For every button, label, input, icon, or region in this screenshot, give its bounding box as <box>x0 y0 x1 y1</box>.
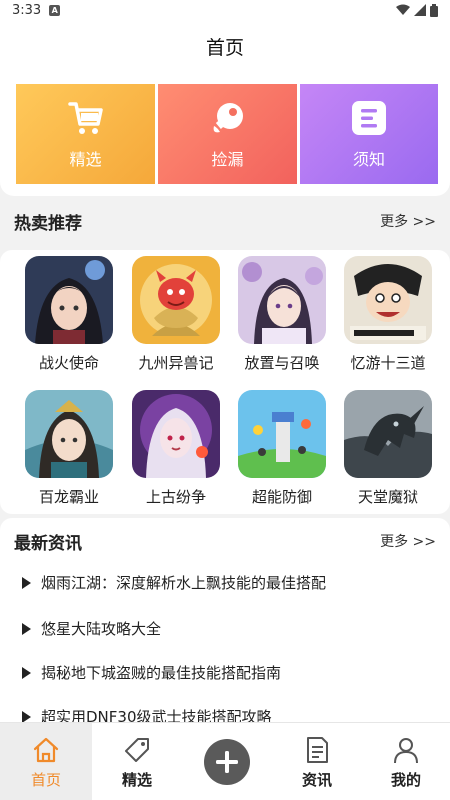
signal-icon <box>414 4 426 16</box>
plus-icon <box>204 739 250 785</box>
tab-home[interactable]: 首页 <box>0 723 92 800</box>
game-cover <box>344 390 432 478</box>
notification-icon: A <box>49 4 61 16</box>
tab-news-label: 资讯 <box>301 770 332 789</box>
news-item-title: 揭秘地下城盗贼的最佳技能搭配指南 <box>41 664 282 682</box>
tab-featured[interactable]: 精选 <box>92 723 182 800</box>
news-more-link[interactable]: 更多 >> <box>380 531 436 551</box>
game-cover <box>132 390 220 478</box>
tab-home-label: 首页 <box>30 770 61 789</box>
news-item-title: 悠星大陆攻略大全 <box>41 620 162 638</box>
tag-icon <box>122 735 152 765</box>
tile-notice-label: 须知 <box>352 150 385 169</box>
game-cover <box>132 256 220 344</box>
wifi-icon <box>396 4 410 15</box>
game-card[interactable]: 战火使命 <box>19 256 119 373</box>
tab-news[interactable]: 资讯 <box>272 723 362 800</box>
page-title-bar: 首页 <box>0 20 450 72</box>
news-item[interactable]: 烟雨江湖：深度解析水上飘技能的最佳搭配 <box>22 572 326 593</box>
game-name: 忆游十三道 <box>350 354 426 372</box>
game-cover <box>238 390 326 478</box>
game-name: 超能防御 <box>251 488 312 506</box>
game-card[interactable]: 超能防御 <box>232 390 332 507</box>
tab-profile-label: 我的 <box>390 770 421 789</box>
tab-profile[interactable]: 我的 <box>362 723 450 800</box>
game-card[interactable]: 百龙霸业 <box>19 390 119 507</box>
rocket-icon <box>208 98 248 138</box>
game-card[interactable]: 放置与召唤 <box>232 256 332 373</box>
game-card[interactable]: 九州异兽记 <box>126 256 226 373</box>
cart-icon <box>66 98 106 138</box>
page-title: 首页 <box>205 36 244 59</box>
hot-more-link[interactable]: 更多 >> <box>380 211 436 231</box>
tile-notice[interactable]: 须知 <box>300 84 438 184</box>
game-cover <box>25 256 113 344</box>
game-name: 九州异兽记 <box>138 354 214 372</box>
game-name: 放置与召唤 <box>244 354 320 372</box>
bullet-triangle-icon <box>22 710 31 723</box>
news-section: 最新资讯 更多 >> 烟雨江湖：深度解析水上飘技能的最佳搭配 悠星大陆攻略大全 … <box>0 518 450 728</box>
news-section-title: 最新资讯 <box>14 533 82 554</box>
news-item-title: 烟雨江湖：深度解析水上飘技能的最佳搭配 <box>41 574 327 592</box>
home-icon <box>31 735 61 765</box>
news-item[interactable]: 悠星大陆攻略大全 <box>22 618 161 639</box>
bullet-triangle-icon <box>22 576 31 589</box>
battery-icon <box>430 3 438 17</box>
user-icon <box>391 735 421 765</box>
game-card[interactable]: 忆游十三道 <box>338 256 438 373</box>
hot-section-title: 热卖推荐 <box>14 213 82 234</box>
status-bar: 3:33 A <box>0 0 450 20</box>
status-icons <box>396 3 438 17</box>
document-icon <box>302 735 332 765</box>
game-card[interactable]: 上古纷争 <box>126 390 226 507</box>
news-item[interactable]: 揭秘地下城盗贼的最佳技能搭配指南 <box>22 662 281 683</box>
bottom-tab-bar: 首页 精选 资讯 我的 <box>0 722 450 800</box>
tab-publish[interactable] <box>192 723 262 800</box>
game-name: 天堂魔狱 <box>357 488 418 506</box>
status-time: 3:33 <box>12 2 42 18</box>
tile-bargain[interactable]: 捡漏 <box>158 84 297 184</box>
news-section-header: 最新资讯 更多 >> <box>0 518 450 564</box>
tile-featured-label: 精选 <box>69 150 102 169</box>
quick-entry-banner: 精选 捡漏 须知 <box>0 72 450 196</box>
notice-icon <box>349 98 389 138</box>
game-name: 百龙霸业 <box>38 488 99 506</box>
bullet-triangle-icon <box>22 666 31 679</box>
bullet-triangle-icon <box>22 622 31 635</box>
game-cover <box>25 390 113 478</box>
hot-games-grid: 战火使命 九州异兽记 放置与召唤 忆游十三道 百龙霸业 上古纷争 超能防御 天堂… <box>0 250 450 514</box>
hot-section-header: 热卖推荐 更多 >> <box>0 198 450 244</box>
game-cover <box>344 256 432 344</box>
game-cover <box>238 256 326 344</box>
game-card[interactable]: 天堂魔狱 <box>338 390 438 507</box>
tab-featured-label: 精选 <box>121 770 152 789</box>
tile-featured[interactable]: 精选 <box>16 84 155 184</box>
tile-bargain-label: 捡漏 <box>211 150 244 169</box>
game-name: 战火使命 <box>38 354 99 372</box>
game-name: 上古纷争 <box>145 488 206 506</box>
